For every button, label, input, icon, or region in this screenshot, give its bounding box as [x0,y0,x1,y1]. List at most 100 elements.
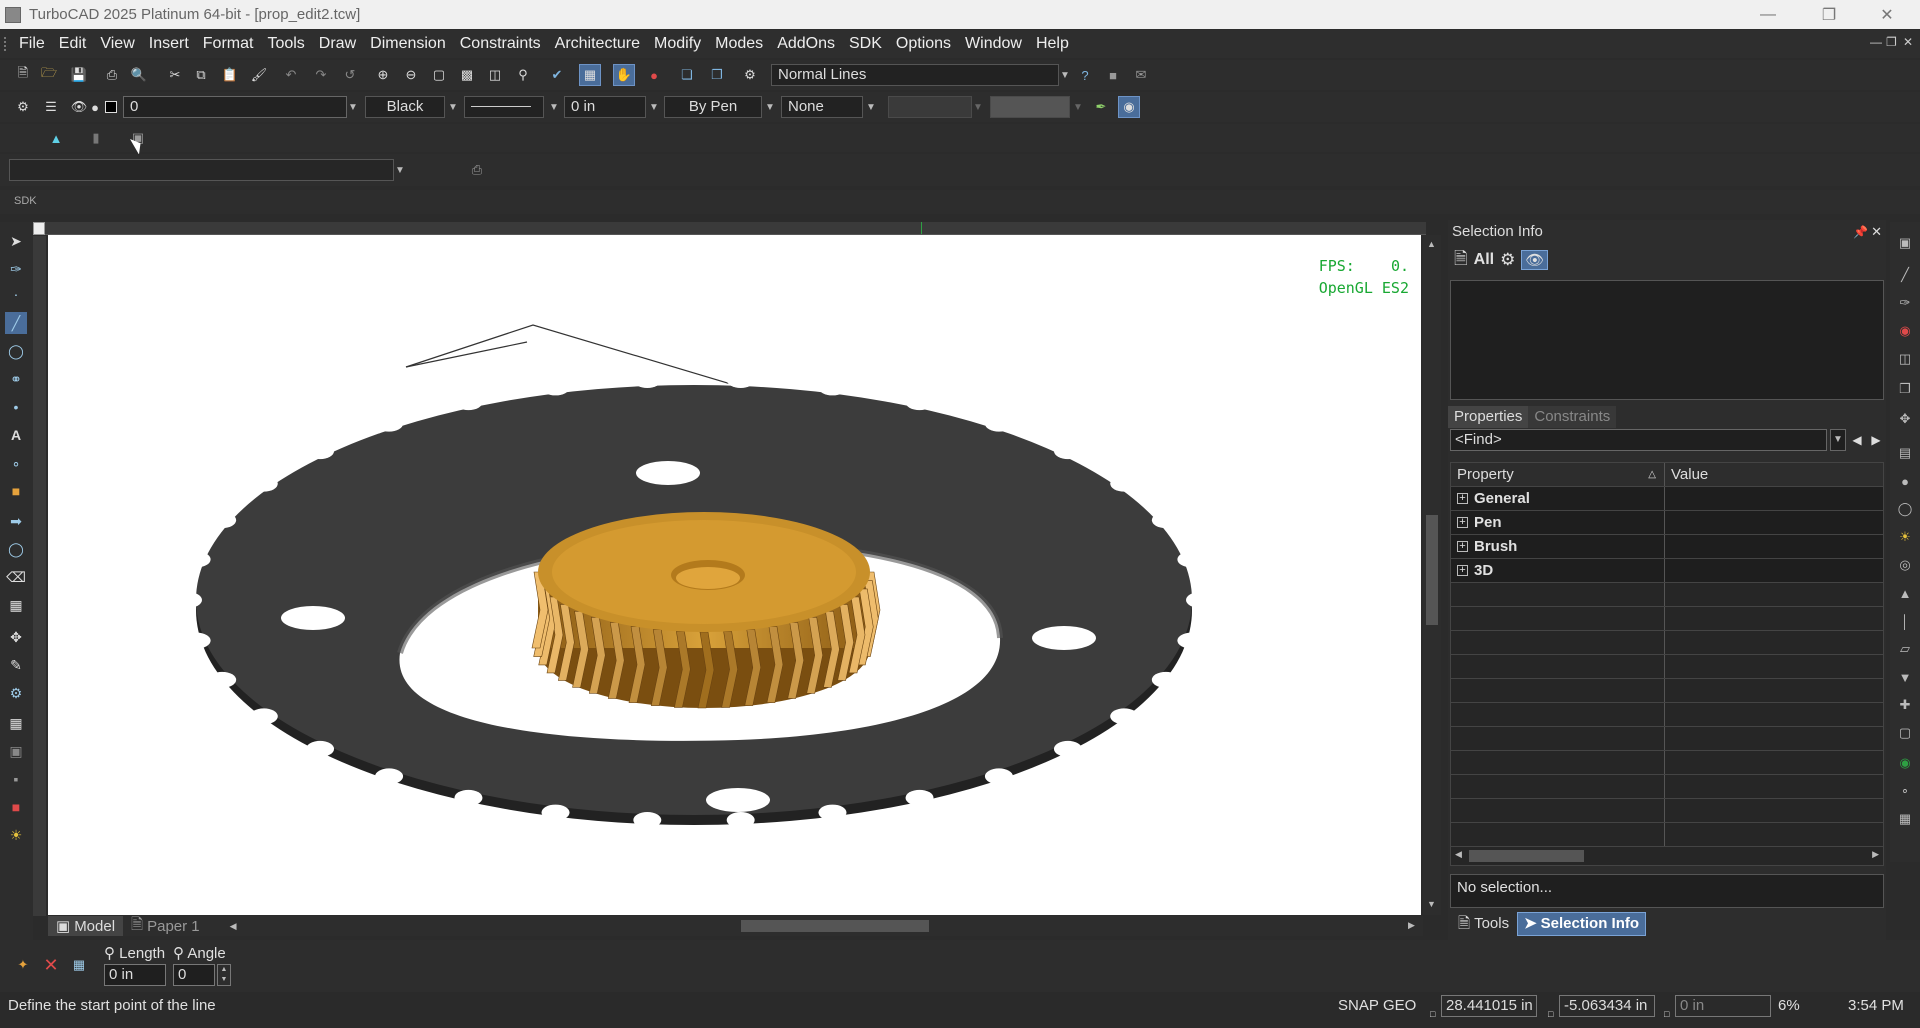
transparency-dropdown-icon[interactable]: ▼ [972,96,984,118]
edit-tool-icon[interactable]: ✑ [5,258,27,280]
find-prev-icon[interactable]: ◀ [1849,433,1865,447]
pen-width-dropdown-icon[interactable]: ▼ [764,96,776,118]
prop-scroll-thumb[interactable] [1469,850,1584,862]
y-coordinate[interactable]: -5.063434 in [1559,995,1655,1017]
scroll-up-icon[interactable]: ▲ [1427,239,1436,249]
open-folder-icon[interactable]: 🗁 [38,64,60,86]
angle-input[interactable]: 0 [173,964,215,986]
group-3d[interactable]: +3D [1451,559,1883,583]
pen-icon[interactable]: ✒ [1090,96,1112,118]
transform-icon[interactable]: ▦ [1894,808,1916,830]
zoom-out-icon[interactable]: ⊖ [400,64,422,86]
measure-tool-icon[interactable]: ✎ [5,654,27,676]
snap-icon[interactable]: ✋ [613,64,635,86]
undo-icon[interactable]: ↶ [280,64,302,86]
fill-color-dropdown-icon[interactable]: ▼ [1072,96,1084,118]
menu-format[interactable]: Format [196,30,261,58]
scroll-down-icon[interactable]: ▼ [1427,899,1436,909]
new-file-icon[interactable]: 🗎 [12,64,34,86]
material-icon[interactable]: ◉ [1118,96,1140,118]
3d-box-icon[interactable]: ▣ [1894,232,1916,254]
zoom-all-icon[interactable]: ⚲ [512,64,534,86]
undo-history-icon[interactable]: ↺ [339,64,361,86]
thickness-dropdown-icon[interactable]: ▼ [648,96,660,118]
close-button[interactable]: ✕ [1864,0,1910,29]
snap-toggle[interactable]: SNAP [1338,992,1379,1020]
add-solid-icon[interactable]: ✚ [1894,694,1916,716]
sphere-icon[interactable]: ● [1894,470,1916,492]
group-tool-icon[interactable]: ▪ [5,768,27,790]
menu-window[interactable]: Window [958,30,1029,58]
grid-icon[interactable]: ▦ [579,64,601,86]
move-tool-icon[interactable]: ✥ [5,626,27,648]
menu-architecture[interactable]: Architecture [548,30,647,58]
panel-close-icon[interactable]: ✕ [1871,220,1882,244]
settings-gear-icon[interactable]: ⚙ [12,96,34,118]
point-marker-icon[interactable]: • [5,396,27,418]
table-icon[interactable]: ▦ [68,954,90,976]
menu-help[interactable]: Help [1029,30,1076,58]
light-bulb-icon[interactable]: ☀ [1894,526,1916,548]
menu-file[interactable]: File [12,30,52,58]
x-coordinate[interactable]: 28.441015 in [1441,995,1537,1017]
array-tool-icon[interactable]: ▦ [5,594,27,616]
helical-gear[interactable] [531,512,881,709]
zoom-window-icon[interactable]: ▢ [428,64,450,86]
mdi-restore-icon[interactable]: ❐ [1886,35,1897,49]
scroll-right-icon[interactable]: ▶ [1408,920,1415,931]
mdi-minimize-icon[interactable]: — [1870,35,1882,49]
layer-tool-icon[interactable]: ■ [5,796,27,818]
selection-view-icon[interactable]: 👁 [1521,250,1549,270]
line-style-select[interactable]: Normal Lines [771,64,1059,86]
funnel-icon[interactable]: ▼ [1894,666,1916,688]
menu-view[interactable]: View [93,30,141,58]
prop-scroll-left-icon[interactable]: ◀ [1455,849,1462,860]
text-tool-icon[interactable]: A [5,424,27,446]
redo-icon[interactable]: ↷ [310,64,332,86]
align-icon[interactable]: ✥ [1894,408,1916,430]
torus-icon[interactable]: ◎ [1894,554,1916,576]
group-brush[interactable]: + Brush [1451,535,1883,559]
fill-color-select[interactable] [990,96,1070,118]
expand-icon[interactable]: + [1457,541,1468,552]
workplane-select[interactable] [9,159,394,181]
copy-icon[interactable]: ⧉ [190,64,212,86]
dimension-3d-icon[interactable]: ◫ [1894,348,1916,370]
tangent-icon[interactable]: ∘ [1894,780,1916,802]
tab-paper-1[interactable]: 🗎 Paper 1 [123,916,208,936]
pipe-icon[interactable]: │ [1894,610,1916,632]
layer-dropdown-icon[interactable]: ▼ [347,96,359,118]
line-pattern-dropdown-icon[interactable]: ▼ [548,96,560,118]
snap-grid-tool-icon[interactable]: ▦ [5,712,27,734]
menu-draw[interactable]: Draw [312,30,363,58]
menu-insert[interactable]: Insert [142,30,196,58]
color-select[interactable]: Black [365,96,445,118]
length-lock-icon[interactable]: ⚲ [104,945,115,962]
menu-tools[interactable]: Tools [260,30,311,58]
menu-dimension[interactable]: Dimension [363,30,453,58]
layers-icon[interactable]: ❏ [676,64,698,86]
fill-dropdown-icon[interactable]: ▼ [865,96,877,118]
point-tool-icon[interactable]: ⋅ [5,284,27,306]
menu-addons[interactable]: AddOns [770,30,842,58]
column-value[interactable]: Value [1665,463,1883,486]
spell-check-icon[interactable]: ✔ [546,64,568,86]
minimize-button[interactable]: — [1745,0,1791,29]
constraint-tool-icon[interactable]: ▣ [5,740,27,762]
zoom-in-icon[interactable]: ⊕ [372,64,394,86]
tab-model[interactable]: ▣ Model [48,916,124,936]
z-coordinate[interactable]: 0 in [1675,995,1771,1017]
explorer-icon[interactable]: ❐ [706,64,728,86]
save-icon[interactable]: 💾 [68,64,90,86]
tab-selection-info[interactable]: ➤ Selection Info [1517,912,1647,936]
find-next-icon[interactable]: ▶ [1868,433,1884,447]
target-icon[interactable]: ◉ [1894,752,1916,774]
selection-filter-icon[interactable]: ⚙ [1500,250,1515,270]
group-general[interactable]: + General [1451,487,1883,511]
layer-manager-icon[interactable]: ☰ [40,96,62,118]
eraser-tool-icon[interactable]: ⌫ [5,566,27,588]
properties-icon[interactable]: ⚙ [739,64,761,86]
measure-icon[interactable]: ╱ [1894,264,1916,286]
pen-width-select[interactable]: By Pen [664,96,762,118]
mail-icon[interactable]: ✉ [1130,64,1152,86]
